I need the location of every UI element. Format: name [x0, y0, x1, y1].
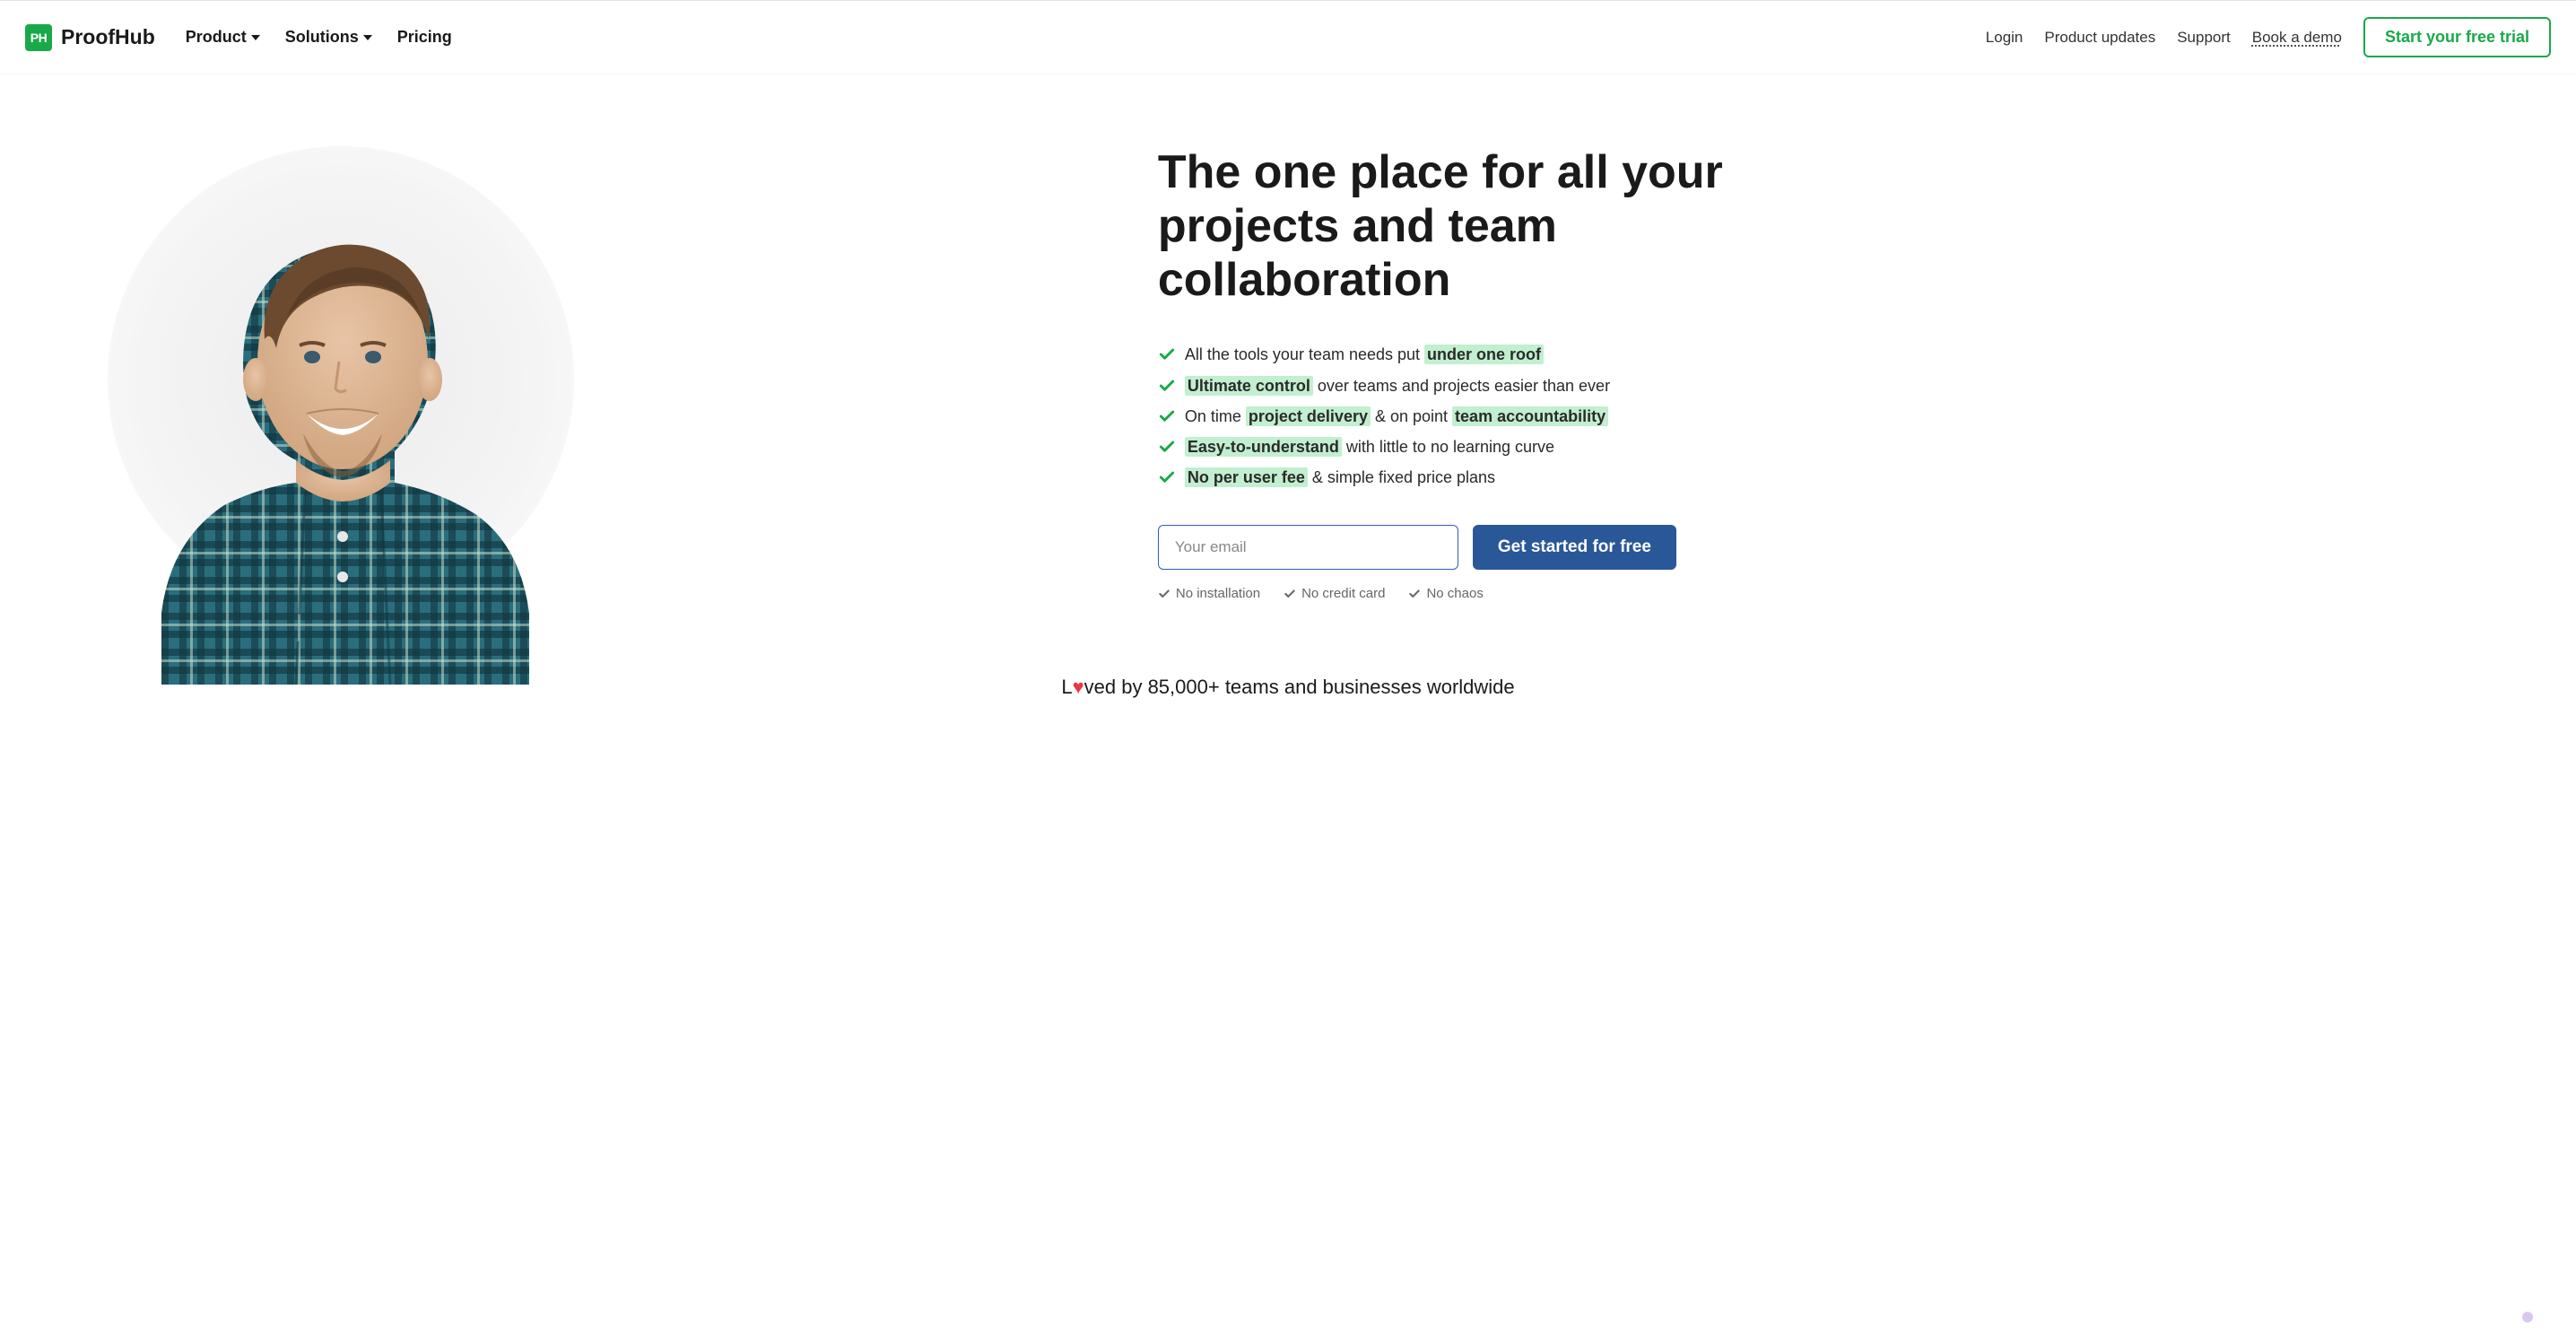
signup-form: Get started for free	[1158, 525, 2486, 570]
decorative-dot	[2522, 1312, 2533, 1322]
check-icon	[1158, 438, 1176, 456]
sub-benefit-text: No installation	[1176, 586, 1260, 601]
check-icon	[1408, 588, 1421, 600]
sub-benefit-text: No credit card	[1301, 586, 1385, 601]
check-icon	[1158, 377, 1176, 395]
benefit-item: On time project delivery & on point team…	[1158, 401, 2486, 432]
benefit-text: On time project delivery & on point team…	[1185, 401, 1608, 432]
nav-product[interactable]: Product	[186, 28, 260, 47]
get-started-button[interactable]: Get started for free	[1473, 525, 1676, 570]
social-proof: L♥ved by 85,000+ teams and businesses wo…	[0, 658, 2576, 735]
benefit-item: Easy-to-understand with little to no lea…	[1158, 432, 2486, 462]
benefit-text: No per user fee & simple fixed price pla…	[1185, 462, 1495, 493]
hero-person-photo	[108, 182, 574, 685]
benefit-item: No per user fee & simple fixed price pla…	[1158, 462, 2486, 493]
nav-label: Solutions	[285, 28, 359, 47]
benefit-text: All the tools your team needs put under …	[1185, 339, 1544, 370]
nav-label: Product	[186, 28, 247, 47]
nav-solutions[interactable]: Solutions	[285, 28, 372, 47]
check-icon	[1158, 588, 1171, 600]
benefit-item: Ultimate control over teams and projects…	[1158, 371, 2486, 401]
logo-text: ProofHub	[61, 25, 155, 49]
hero-content: The one place for all your projects and …	[1140, 146, 2522, 658]
start-trial-button[interactable]: Start your free trial	[2363, 17, 2551, 57]
sub-benefit-text: No chaos	[1426, 586, 1483, 601]
social-proof-suffix: ved by 85,000+ teams and businesses worl…	[1084, 676, 1515, 698]
benefit-item: All the tools your team needs put under …	[1158, 339, 2486, 370]
logo[interactable]: PH ProofHub	[25, 24, 155, 51]
benefits-list: All the tools your team needs put under …	[1158, 339, 2486, 493]
email-input[interactable]	[1158, 525, 1458, 570]
hero-title: The one place for all your projects and …	[1158, 146, 1768, 307]
site-header: PH ProofHub Product Solutions Pricing Logi…	[0, 0, 2576, 74]
logo-icon: PH	[25, 24, 52, 51]
heart-icon: ♥	[1073, 676, 1084, 699]
chevron-down-icon	[363, 35, 372, 40]
chevron-down-icon	[251, 35, 260, 40]
nav-label: Pricing	[397, 28, 452, 47]
sub-benefit-item: No credit card	[1284, 586, 1385, 601]
social-proof-prefix: L	[1061, 676, 1072, 698]
benefit-text: Easy-to-understand with little to no lea…	[1185, 432, 1554, 462]
benefit-text: Ultimate control over teams and projects…	[1185, 371, 1610, 401]
nav-pricing[interactable]: Pricing	[397, 28, 452, 47]
nav-link-login[interactable]: Login	[1986, 29, 2023, 47]
nav-link-book-a-demo[interactable]: Book a demo	[2252, 29, 2342, 47]
sub-benefits: No installation No credit card No chaos	[1158, 586, 2486, 601]
primary-nav: Product Solutions Pricing	[186, 28, 452, 47]
check-icon	[1158, 468, 1176, 486]
check-icon	[1158, 407, 1176, 425]
hero-section: The one place for all your projects and …	[0, 74, 2576, 658]
secondary-nav: Login Product updates Support Book a demo S…	[1986, 17, 2551, 57]
sub-benefit-item: No chaos	[1408, 586, 1483, 601]
nav-link-support[interactable]: Support	[2177, 29, 2231, 47]
nav-link-product-updates[interactable]: Product updates	[2044, 29, 2155, 47]
check-icon	[1284, 588, 1296, 600]
hero-image-area	[54, 146, 1140, 658]
check-icon	[1158, 345, 1176, 363]
sub-benefit-item: No installation	[1158, 586, 1260, 601]
